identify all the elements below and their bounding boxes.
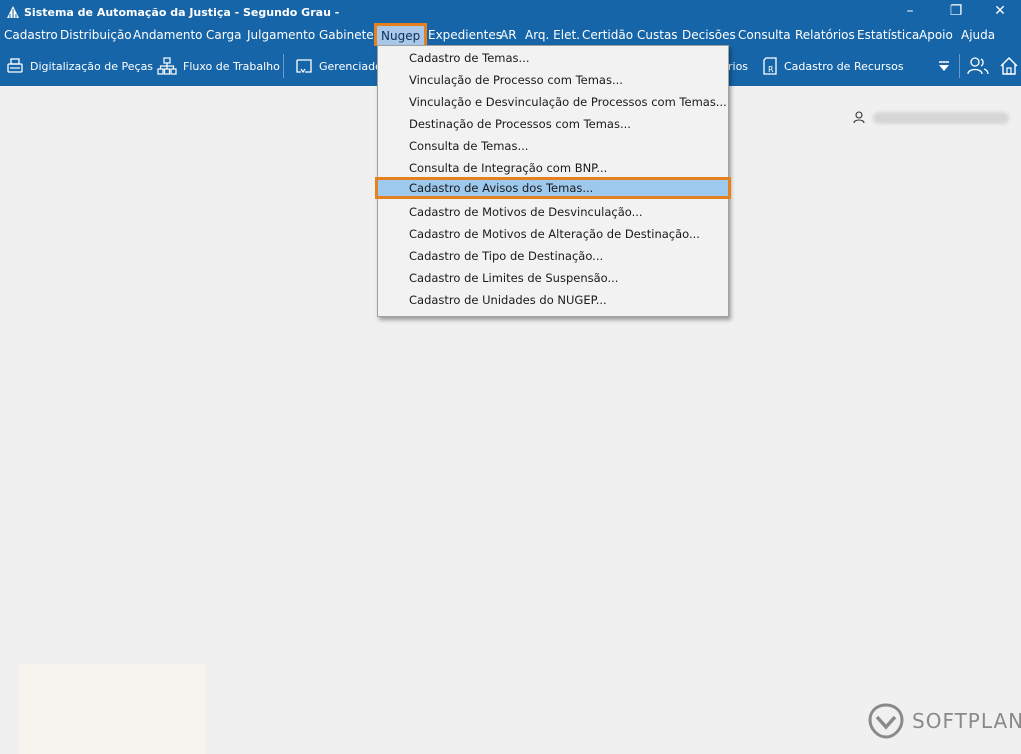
maximize-button[interactable]: ❐ xyxy=(933,0,979,25)
menu-arq-elet[interactable]: Arq. Elet. xyxy=(525,28,580,42)
user-icon xyxy=(853,111,865,124)
home-icon xyxy=(1000,57,1018,75)
toolbar-separator xyxy=(959,54,960,78)
menu-custas[interactable]: Custas xyxy=(637,28,678,42)
menu-ajuda[interactable]: Ajuda xyxy=(961,28,995,42)
toolbar-overflow-button[interactable] xyxy=(938,56,956,76)
document-r-icon: R xyxy=(763,57,777,75)
menu-julgamento[interactable]: Julgamento xyxy=(247,28,315,42)
gerenciador-button[interactable]: Gerenciado xyxy=(295,56,382,76)
softplan-logo-icon xyxy=(868,703,904,739)
fluxo-trabalho-button[interactable]: Fluxo de Trabalho xyxy=(157,56,280,76)
users-button[interactable] xyxy=(967,56,995,76)
menu-consulta[interactable]: Consulta xyxy=(738,28,791,42)
menu-ar[interactable]: AR xyxy=(500,28,517,42)
window-title: Sistema de Automação da Justiça - Segund… xyxy=(24,6,340,19)
menu-distribuicao[interactable]: Distribuição xyxy=(60,28,132,42)
title-bar: Sistema de Automação da Justiça - Segund… xyxy=(0,0,1021,25)
scanner-icon xyxy=(7,58,23,73)
users-icon xyxy=(967,57,989,75)
menu-gabinetes[interactable]: Gabinetes xyxy=(319,28,380,42)
menu-carga[interactable]: Carga xyxy=(206,28,241,42)
menu-certidao[interactable]: Certidão xyxy=(582,28,633,42)
gerenciado-label: Gerenciado xyxy=(319,59,382,73)
workflow-icon xyxy=(157,57,177,75)
fluxo-label: Fluxo de Trabalho xyxy=(183,59,280,73)
svg-text:R: R xyxy=(768,65,774,74)
menu-andamento[interactable]: Andamento xyxy=(133,28,203,42)
softplan-logo-text: SOFTPLAN xyxy=(912,709,1021,733)
menu-vinculacao-desvinculacao[interactable]: Vinculação e Desvinculação de Processos … xyxy=(378,91,728,113)
user-info xyxy=(853,111,1009,124)
menu-cadastro-temas[interactable]: Cadastro de Temas... xyxy=(378,47,728,69)
menu-motivos-alteracao-destinacao[interactable]: Cadastro de Motivos de Alteração de Dest… xyxy=(378,223,728,245)
rios-label: rios xyxy=(728,59,749,73)
menu-decisoes[interactable]: Decisões xyxy=(682,28,736,42)
digitalizacao-label: Digitalização de Peças xyxy=(30,59,154,73)
menu-limites-suspensao[interactable]: Cadastro de Limites de Suspensão... xyxy=(378,267,728,289)
menu-vinculacao-processo-temas[interactable]: Vinculação de Processo com Temas... xyxy=(378,69,728,91)
home-button[interactable] xyxy=(999,56,1021,76)
menu-expedientes[interactable]: Expedientes xyxy=(428,28,502,42)
bottom-panel xyxy=(19,664,205,754)
menu-estatistica[interactable]: Estatística xyxy=(857,28,919,42)
folder-icon xyxy=(296,59,312,74)
menu-consulta-integracao-bnp[interactable]: Consulta de Integração com BNP... xyxy=(378,157,728,179)
menu-unidades-nugep[interactable]: Cadastro de Unidades do NUGEP... xyxy=(378,289,728,311)
menu-apoio[interactable]: Apoio xyxy=(919,28,953,42)
recursos-label: Cadastro de Recursos xyxy=(784,59,904,73)
toolbar-separator xyxy=(283,54,284,78)
digitalizacao-pecas-button[interactable]: Digitalização de Peças xyxy=(6,56,153,76)
close-button[interactable]: ✕ xyxy=(977,0,1021,25)
app-logo-icon xyxy=(7,6,19,18)
menu-consulta-temas[interactable]: Consulta de Temas... xyxy=(378,135,728,157)
menu-tipo-destinacao[interactable]: Cadastro de Tipo de Destinação... xyxy=(378,245,728,267)
user-name-redacted xyxy=(873,111,1009,124)
chevron-down-icon xyxy=(939,61,949,71)
minimize-button[interactable]: – xyxy=(887,0,933,25)
menu-cadastro[interactable]: Cadastro xyxy=(4,28,58,42)
hidden-tool-button[interactable]: rios xyxy=(728,56,748,76)
menu-destinacao-processos[interactable]: Destinação de Processos com Temas... xyxy=(378,113,728,135)
menu-relatorios[interactable]: Relatórios xyxy=(795,28,855,42)
nugep-dropdown-menu: Cadastro de Temas... Vinculação de Proce… xyxy=(375,45,731,317)
menu-bar: Cadastro Distribuição Andamento Carga Ju… xyxy=(0,23,1021,50)
menu-cadastro-avisos-temas[interactable]: Cadastro de Avisos dos Temas... xyxy=(375,177,731,199)
menu-motivos-desvinculacao[interactable]: Cadastro de Motivos de Desvinculação... xyxy=(378,201,728,223)
softplan-logo: SOFTPLAN xyxy=(868,703,1021,739)
cadastro-recursos-button[interactable]: R Cadastro de Recursos xyxy=(762,56,904,76)
